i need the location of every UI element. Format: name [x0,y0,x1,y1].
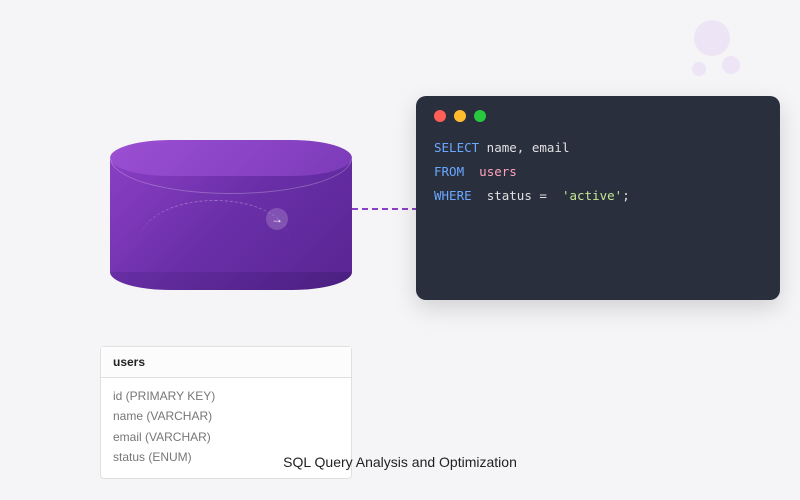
sql-keyword: WHERE [434,188,472,203]
sql-identifier: users [479,164,517,179]
code-text: status [487,188,532,203]
sql-code: SELECT name, email FROM users WHERE stat… [434,136,762,207]
bg-circle [722,56,740,74]
minimize-icon [454,110,466,122]
schema-column: id (PRIMARY KEY) [113,386,339,406]
figure-caption: SQL Query Analysis and Optimization [283,454,517,470]
schema-column: name (VARCHAR) [113,406,339,426]
code-line: WHERE status = 'active'; [434,184,762,208]
sql-string: 'active' [562,188,622,203]
bg-circle [694,20,730,56]
database-cylinder: → [110,140,352,290]
arrow-icon: → [266,208,288,230]
window-traffic-lights [434,110,762,122]
bg-circle [692,62,706,76]
code-line: SELECT name, email [434,136,762,160]
maximize-icon [474,110,486,122]
code-text: = [539,188,547,203]
sql-keyword: SELECT [434,140,479,155]
connector-line [352,208,418,210]
code-line: FROM users [434,160,762,184]
schema-table-name: users [101,347,351,378]
code-text: name, email [479,140,569,155]
schema-column: email (VARCHAR) [113,427,339,447]
close-icon [434,110,446,122]
code-text: ; [622,188,630,203]
sql-keyword: FROM [434,164,464,179]
code-window: SELECT name, email FROM users WHERE stat… [416,96,780,300]
